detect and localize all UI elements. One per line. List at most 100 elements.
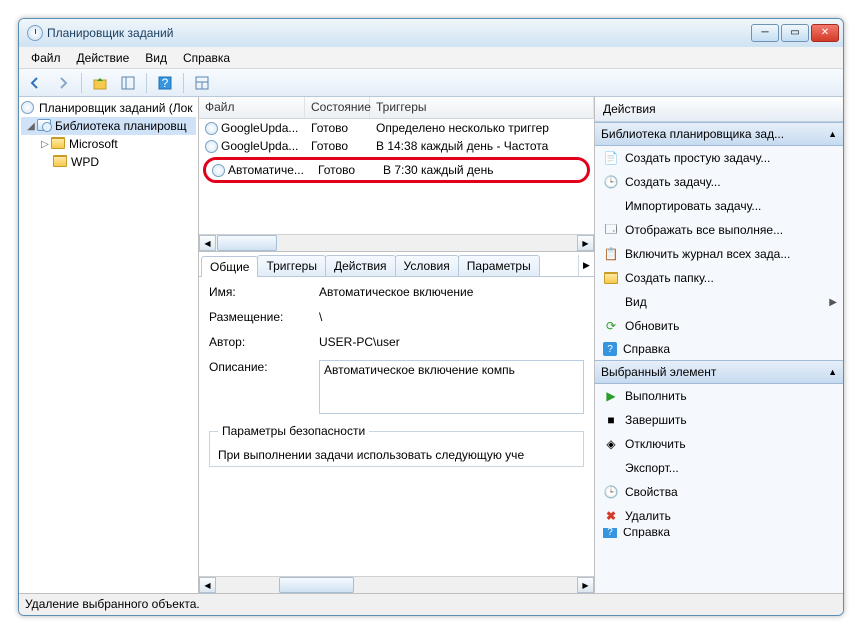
tab-actions[interactable]: Действия <box>325 255 396 276</box>
task-hscroll[interactable]: ◀ ▶ <box>199 234 594 251</box>
history-icon: 📋 <box>603 246 619 262</box>
svg-text:?: ? <box>162 76 169 90</box>
details-hscroll[interactable]: ◀ ▶ <box>199 576 594 593</box>
details-body: Имя: Автоматическое включение Размещение… <box>199 277 594 576</box>
collapse-icon[interactable]: ▲ <box>828 129 837 139</box>
security-fieldset: Параметры безопасности При выполнении за… <box>209 424 584 467</box>
refresh-icon: ⟳ <box>603 318 619 334</box>
actions-group-selected: Выбранный элемент ▲ ▶Выполнить ■Завершит… <box>595 360 843 538</box>
menu-file[interactable]: Файл <box>23 47 69 68</box>
group-header-library[interactable]: Библиотека планировщика зад... ▲ <box>595 122 843 146</box>
expander-icon[interactable]: ▷ <box>39 139 51 150</box>
help-button[interactable]: ? <box>153 72 177 94</box>
action-delete[interactable]: ✖Удалить <box>595 504 843 528</box>
action-run[interactable]: ▶Выполнить <box>595 384 843 408</box>
folder-icon <box>51 137 65 149</box>
close-button[interactable]: ✕ <box>811 24 839 42</box>
action-end[interactable]: ■Завершить <box>595 408 843 432</box>
scroll-thumb[interactable] <box>217 235 277 251</box>
action-help[interactable]: ?Справка <box>595 338 843 360</box>
clock-icon <box>205 140 218 153</box>
task-row[interactable]: GoogleUpda... Готово В 14:38 каждый день… <box>199 137 594 155</box>
action-disable[interactable]: ◈Отключить <box>595 432 843 456</box>
action-export[interactable]: Экспорт... <box>595 456 843 480</box>
security-line: При выполнении задачи использовать следу… <box>218 444 575 466</box>
desc-box[interactable]: Автоматическое включение компь <box>319 360 584 414</box>
tab-triggers[interactable]: Триггеры <box>257 255 326 276</box>
scroll-right-button[interactable]: ▶ <box>577 235 594 251</box>
task-row[interactable]: GoogleUpda... Готово Определено нескольк… <box>199 119 594 137</box>
tree-wpd[interactable]: WPD <box>21 153 196 171</box>
scroll-left-button[interactable]: ◀ <box>199 577 216 593</box>
detail-tabs: Общие Триггеры Действия Условия Параметр… <box>199 252 594 277</box>
forward-button[interactable] <box>51 72 75 94</box>
action-refresh[interactable]: ⟳Обновить <box>595 314 843 338</box>
help-icon: ? <box>603 528 617 538</box>
window-controls: ─ ▭ ✕ <box>751 24 839 42</box>
task-basic-icon: 📄 <box>603 150 619 166</box>
action-import[interactable]: Импортировать задачу... <box>595 194 843 218</box>
scroll-thumb[interactable] <box>279 577 354 593</box>
col-triggers[interactable]: Триггеры <box>370 97 594 118</box>
highlighted-row-ring: Автоматиче... Готово В 7:30 каждый день <box>203 157 590 183</box>
collapse-icon[interactable]: ▲ <box>828 367 837 377</box>
menu-view[interactable]: Вид <box>137 47 175 68</box>
minimize-button[interactable]: ─ <box>751 24 779 42</box>
task-details: Общие Триггеры Действия Условия Параметр… <box>199 252 594 593</box>
task-body: GoogleUpda... Готово Определено нескольк… <box>199 119 594 234</box>
expander-icon[interactable]: ◢ <box>25 121 37 132</box>
up-level-button[interactable] <box>88 72 112 94</box>
menu-help[interactable]: Справка <box>175 47 238 68</box>
properties-icon: 🕒 <box>603 484 619 500</box>
tree-microsoft[interactable]: ▷ Microsoft <box>21 135 196 153</box>
tab-conditions[interactable]: Условия <box>395 255 459 276</box>
back-button[interactable] <box>23 72 47 94</box>
import-icon <box>603 198 619 214</box>
status-bar: Удаление выбранного объекта. <box>19 593 843 615</box>
actions-title: Действия <box>595 97 843 122</box>
scroll-left-button[interactable]: ◀ <box>199 235 216 251</box>
tabs-scroll-right[interactable]: ▶ <box>578 255 594 276</box>
tree-library-label: Библиотека планировщ <box>55 119 187 133</box>
layout-button[interactable] <box>190 72 214 94</box>
help-icon: ? <box>603 342 617 356</box>
export-icon <box>603 460 619 476</box>
tree-root-label: Планировщик заданий (Лок <box>39 101 193 115</box>
task-list: Файл Состояние Триггеры GoogleUpda... Го… <box>199 97 594 252</box>
action-help-2[interactable]: ?Справка <box>595 528 843 538</box>
tree-pane: Планировщик заданий (Лок ◢ Библиотека пл… <box>19 97 199 593</box>
panel-toggle-button[interactable] <box>116 72 140 94</box>
scroll-right-button[interactable]: ▶ <box>577 577 594 593</box>
titlebar: Планировщик заданий ─ ▭ ✕ <box>19 19 843 47</box>
col-file[interactable]: Файл <box>199 97 305 118</box>
action-enable-history[interactable]: 📋Включить журнал всех зада... <box>595 242 843 266</box>
window: Планировщик заданий ─ ▭ ✕ Файл Действие … <box>18 18 844 616</box>
run-icon: ▶ <box>603 388 619 404</box>
actions-pane: Действия Библиотека планировщика зад... … <box>595 97 843 593</box>
group-header-selected[interactable]: Выбранный элемент ▲ <box>595 360 843 384</box>
center-pane: Файл Состояние Триггеры GoogleUpda... Го… <box>199 97 595 593</box>
action-new-folder[interactable]: Создать папку... <box>595 266 843 290</box>
window-title: Планировщик заданий <box>47 26 751 40</box>
tab-params[interactable]: Параметры <box>458 255 540 276</box>
menu-action[interactable]: Действие <box>69 47 138 68</box>
action-show-running[interactable]: 🗔Отображать все выполняе... <box>595 218 843 242</box>
tree-library[interactable]: ◢ Библиотека планировщ <box>21 117 196 135</box>
location-label: Размещение: <box>209 310 319 325</box>
col-state[interactable]: Состояние <box>305 97 370 118</box>
action-properties[interactable]: 🕒Свойства <box>595 480 843 504</box>
status-text: Удаление выбранного объекта. <box>25 597 200 611</box>
action-create[interactable]: 🕒Создать задачу... <box>595 170 843 194</box>
tree-root[interactable]: Планировщик заданий (Лок <box>21 99 196 117</box>
name-label: Имя: <box>209 285 319 300</box>
task-row[interactable]: Автоматиче... Готово В 7:30 каждый день <box>206 162 587 178</box>
action-create-basic[interactable]: 📄Создать простую задачу... <box>595 146 843 170</box>
folder-icon <box>53 155 67 167</box>
tree-wpd-label: WPD <box>71 155 99 169</box>
author-value: USER-PC\user <box>319 335 584 350</box>
action-view[interactable]: Вид▶ <box>595 290 843 314</box>
view-icon <box>603 294 619 310</box>
task-icon: 🕒 <box>603 174 619 190</box>
maximize-button[interactable]: ▭ <box>781 24 809 42</box>
tab-general[interactable]: Общие <box>201 256 258 277</box>
